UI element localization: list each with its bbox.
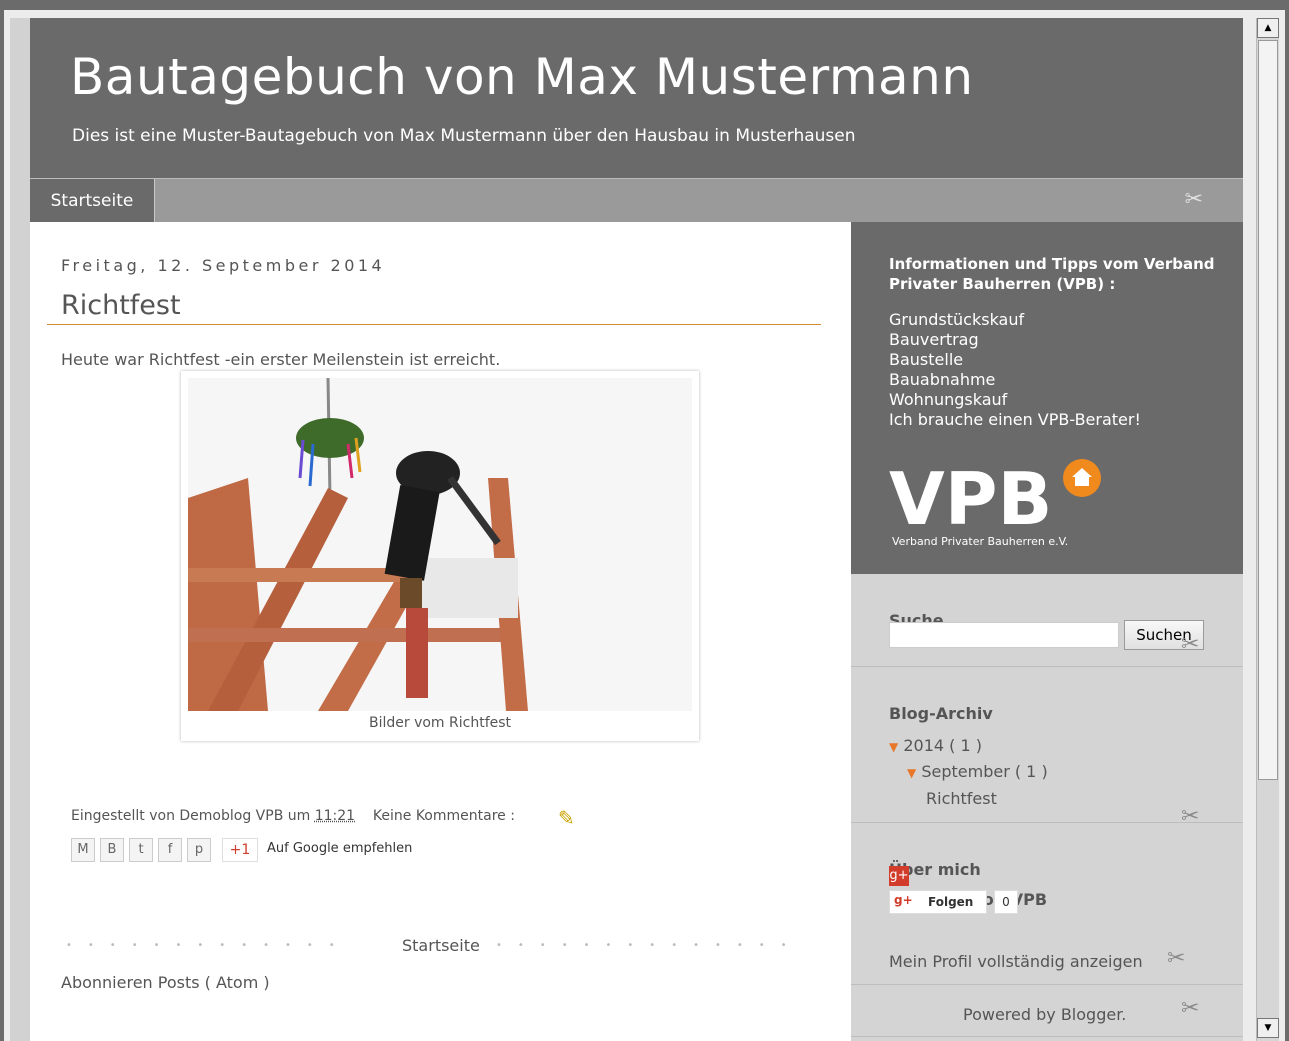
archive-title: Blog-Archiv [889,704,993,723]
subscribe-link[interactable]: Abonnieren Posts ( Atom ) [61,973,270,992]
archive-month[interactable]: ▼ September ( 1 ) [907,762,1048,781]
vpb-logo-subtitle: Verband Privater Bauherren e.V. [892,535,1069,548]
edit-pencil-icon[interactable]: ✎ [558,806,575,830]
link-bauabnahme[interactable]: Bauabnahme [889,370,1141,390]
twitter-share-icon[interactable]: t [129,838,153,862]
link-baustelle[interactable]: Baustelle [889,350,1141,370]
search-input[interactable] [889,622,1119,648]
expand-triangle-icon[interactable]: ▼ [907,766,916,780]
left-margin [10,18,30,1041]
link-grundstueckskauf[interactable]: Grundstückskauf [889,310,1141,330]
blog-title[interactable]: Bautagebuch von Max Mustermann [70,48,974,106]
scroll-down-arrow-icon[interactable]: ▼ [1257,1018,1279,1038]
powered-by-link[interactable]: Powered by Blogger. [963,1005,1126,1024]
follower-count: 0 [994,890,1018,914]
edit-tools-icon[interactable]: ✂ [1181,996,1199,1021]
widget-divider [851,822,1243,823]
follow-button[interactable]: g+ Folgen [889,890,987,914]
sidebar: Informationen und Tipps vom Verband Priv… [851,222,1243,1041]
edit-tools-icon[interactable]: ✂ [1181,804,1199,829]
email-share-icon[interactable]: M [71,838,95,862]
archive-year[interactable]: ▼ 2014 ( 1 ) [889,736,982,755]
edit-tools-icon[interactable]: ✂ [1167,946,1185,971]
vpb-info-widget: Informationen und Tipps vom Verband Priv… [851,222,1243,574]
widget-divider [851,1036,1243,1037]
gplus-label: +1 [229,842,251,858]
scroll-up-arrow-icon[interactable]: ▲ [1257,18,1279,38]
posted-by: Eingestellt von Demoblog VPB um [71,808,311,824]
google-recommend-text: Auf Google empfehlen [267,841,413,856]
title-divider [47,324,821,325]
richtfest-photo[interactable] [188,378,692,711]
pinterest-share-icon[interactable]: p [187,838,211,862]
archive-year-label[interactable]: 2014 ( 1 ) [903,736,982,755]
widget-divider [851,984,1243,985]
pager-dots-right: •••••••••••••• [496,940,803,951]
scrollbar-thumb[interactable] [1258,40,1278,780]
image-caption: Bilder vom Richtfest [368,715,512,731]
post-date: Freitag, 12. September 2014 [61,256,386,275]
post-body-text: Heute war Richtfest -ein erster Meilenst… [61,350,501,369]
post-footer: Eingestellt von Demoblog VPB um 11:21 Ke… [71,808,515,824]
svg-text:VPB: VPB [889,458,1052,538]
gplus-icon: g+ [894,893,913,907]
gplus-button[interactable]: +1 [222,838,258,862]
post-image-frame: Bilder vom Richtfest [181,371,699,741]
gplus-profile-icon[interactable]: g+ [889,866,909,886]
main-column: Freitag, 12. September 2014 Richtfest He… [30,222,851,1041]
link-vpb-berater[interactable]: Ich brauche einen VPB-Berater! [889,410,1141,430]
full-profile-link[interactable]: Mein Profil vollständig anzeigen [889,952,1143,971]
facebook-share-icon[interactable]: f [158,838,182,862]
tab-startseite[interactable]: Startseite [30,179,155,223]
pager-home-link[interactable]: Startseite [402,936,480,955]
post-timestamp-link[interactable]: 11:21 [315,808,355,824]
link-wohnungskauf[interactable]: Wohnungskauf [889,390,1141,410]
vpb-logo[interactable]: VPB [889,457,1109,542]
archive-month-label[interactable]: September ( 1 ) [921,762,1047,781]
blog-description: Dies ist eine Muster-Bautagebuch von Max… [72,126,856,146]
blogthis-share-icon[interactable]: B [100,838,124,862]
follow-label: Folgen [928,895,974,909]
comments-link[interactable]: Keine Kommentare : [373,808,515,824]
edit-tools-icon[interactable]: ✂ [1185,187,1203,212]
expand-triangle-icon[interactable]: ▼ [889,740,898,754]
widget-divider [851,666,1243,667]
edit-tools-icon[interactable]: ✂ [1181,632,1199,657]
blog-header: Bautagebuch von Max Mustermann Dies ist … [30,18,1243,178]
nav-bar: Startseite ✂ [30,178,1243,223]
info-title: Informationen und Tipps vom Verband Priv… [889,255,1215,293]
archive-post-link[interactable]: Richtfest [926,789,997,808]
blog-page: Bautagebuch von Max Mustermann Dies ist … [30,18,1243,1041]
info-links: Grundstückskauf Bauvertrag Baustelle Bau… [889,310,1141,430]
link-bauvertrag[interactable]: Bauvertrag [889,330,1141,350]
post-title[interactable]: Richtfest [61,290,181,321]
pager-dots-left: ••••••••••••• [66,940,351,951]
